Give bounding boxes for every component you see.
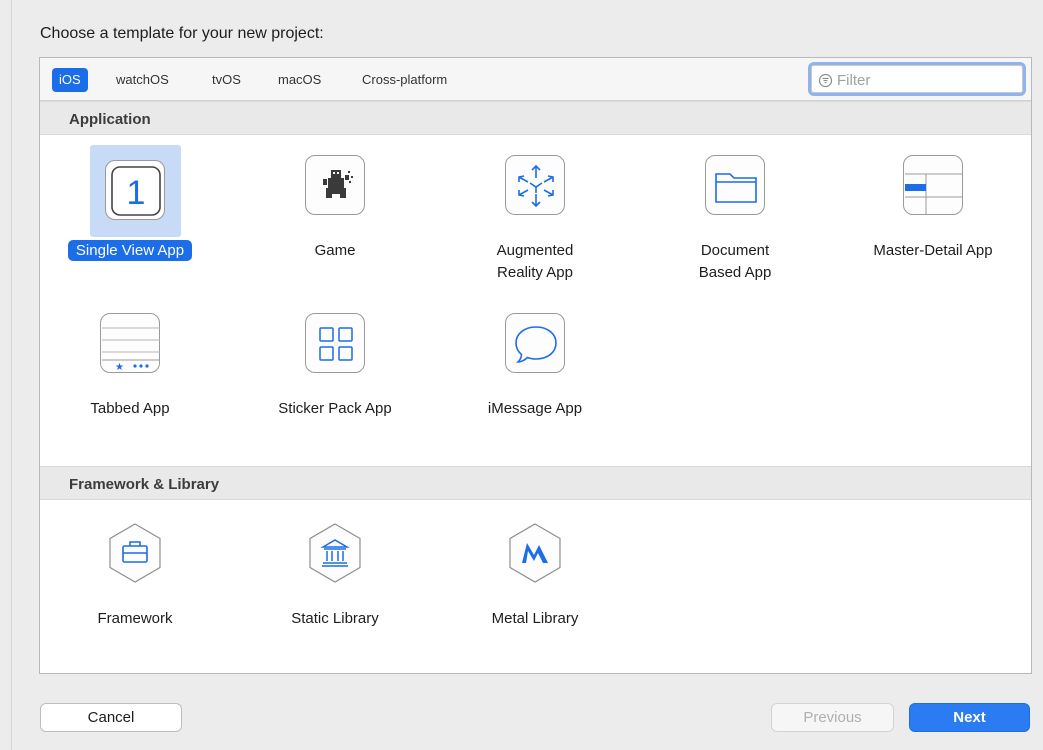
section-title-framework-library: Framework & Library (69, 476, 220, 493)
next-button[interactable]: Next (909, 703, 1030, 732)
filter-field-frame (811, 65, 1023, 93)
platform-tab-bar: iOS watchOS tvOS macOS Cross-platform (40, 58, 1031, 101)
template-label: Static Library (291, 610, 379, 627)
augmented-reality-icon (505, 155, 565, 215)
speech-bubble-icon (505, 313, 565, 373)
section-header-framework-library: Framework & Library (40, 466, 1031, 500)
template-single-view-app[interactable]: 1 Single View App (40, 140, 220, 290)
template-label: Augmented Reality App (496, 242, 574, 281)
filter-icon (818, 73, 833, 88)
template-imessage-app[interactable]: iMessage App (445, 298, 625, 448)
tab-watchos[interactable]: watchOS (116, 68, 169, 92)
document-folder-icon (705, 155, 765, 215)
template-label: Single View App (40, 240, 220, 262)
section-header-application: Application (40, 101, 1031, 135)
template-label: Metal Library (491, 610, 579, 627)
template-game[interactable]: Game (245, 140, 425, 290)
tab-tvos[interactable]: tvOS (212, 68, 241, 92)
tab-cross-platform[interactable]: Cross-platform (362, 68, 447, 92)
section-title-application: Application (69, 111, 151, 128)
toolbox-hexagon-icon (109, 523, 161, 583)
template-label: Document Based App (698, 242, 772, 281)
window-edge (0, 0, 12, 750)
template-sticker-pack-app[interactable]: Sticker Pack App (245, 298, 425, 448)
previous-button[interactable]: Previous (771, 703, 894, 732)
game-icon (305, 155, 365, 215)
template-static-library[interactable]: Static Library (245, 508, 425, 658)
filter-field[interactable] (808, 62, 1026, 96)
template-augmented-reality-app[interactable]: Augmented Reality App (445, 140, 625, 290)
metal-hexagon-icon (509, 523, 561, 583)
template-tabbed-app[interactable]: ★ Tabbed App (40, 298, 220, 448)
tab-ios[interactable]: iOS (52, 68, 88, 92)
template-label: Sticker Pack App (278, 400, 392, 417)
template-label: Game (314, 242, 356, 259)
cancel-button[interactable]: Cancel (40, 703, 182, 732)
svg-text:1: 1 (127, 174, 146, 212)
template-label: iMessage App (487, 400, 583, 417)
template-panel: iOS watchOS tvOS macOS Cross-platform Ap… (39, 57, 1032, 674)
template-label: Tabbed App (90, 400, 170, 417)
svg-text:★: ★ (115, 362, 124, 373)
single-view-icon: 1 (105, 160, 165, 220)
tab-macos[interactable]: macOS (278, 68, 321, 92)
bank-hexagon-icon (309, 523, 361, 583)
sticker-grid-icon (305, 313, 365, 373)
template-document-based-app[interactable]: Document Based App (645, 140, 825, 290)
tabbed-app-icon: ★ (100, 313, 160, 373)
template-label: Master-Detail App (873, 242, 993, 259)
master-detail-icon (903, 155, 963, 215)
dialog-heading: Choose a template for your new project: (40, 25, 324, 42)
template-metal-library[interactable]: Metal Library (445, 508, 625, 658)
template-framework[interactable]: Framework (45, 508, 225, 658)
template-master-detail-app[interactable]: Master-Detail App (843, 140, 1023, 290)
template-label: Framework (97, 610, 173, 627)
filter-input[interactable] (837, 70, 1017, 90)
